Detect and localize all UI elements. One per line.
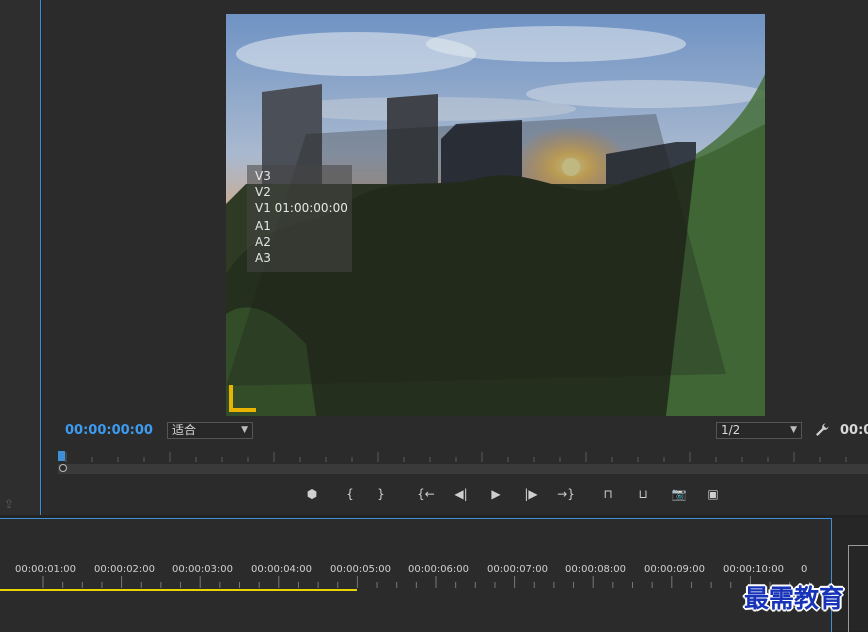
extract-button[interactable]: ⊔ [634, 486, 652, 502]
camera-icon: 📷 [671, 487, 687, 501]
marker-icon: ⬢ [306, 487, 318, 501]
ruler-label: 00:00:03:00 [172, 564, 234, 575]
zoom-select-value: 适合 [172, 423, 197, 437]
step-forward-icon: |▶ [524, 487, 538, 501]
comparison-icon: ▣ [707, 487, 719, 501]
ruler-label: 00:00:02:00 [94, 564, 156, 575]
project-panel-edge [0, 0, 41, 515]
chevron-down-icon: ▼ [790, 425, 797, 435]
monitor-time-ruler[interactable] [58, 448, 868, 464]
ruler-label: 00:00:08:00 [565, 564, 627, 575]
go-to-in-icon: {← [417, 487, 435, 501]
chevron-down-icon: ▼ [241, 425, 248, 435]
overlay-track-v3: V3 [255, 169, 271, 183]
ruler-label: 00:00:07:00 [487, 564, 549, 575]
step-back-button[interactable]: ◀| [452, 486, 470, 502]
ruler-label: 00:00:04:00 [251, 564, 313, 575]
go-to-in-button[interactable]: {← [417, 486, 435, 502]
lift-button[interactable]: ⊓ [599, 486, 617, 502]
playhead-timecode[interactable]: 00:00:00:00 [65, 423, 153, 439]
ruler-label: 0 [801, 564, 808, 575]
overlay-track-a3: A3 [255, 251, 271, 265]
work-area-bar[interactable] [0, 589, 357, 591]
extract-icon: ⊔ [638, 487, 648, 501]
zoom-select[interactable]: 适合 ▼ [167, 422, 253, 439]
wrench-icon[interactable] [814, 422, 830, 438]
ruler-label: 00:00:05:00 [330, 564, 392, 575]
ruler-label: 00:00:01:00 [15, 564, 77, 575]
step-forward-button[interactable]: |▶ [522, 486, 540, 502]
mark-in-button[interactable]: { [341, 486, 359, 502]
overlay-track-v2: V2 [255, 185, 271, 199]
mark-out-icon: } [377, 487, 385, 501]
go-to-out-icon: →} [557, 487, 575, 501]
step-back-icon: ◀| [454, 487, 468, 501]
overlay-track-v1: V1 01:00:00:00 [255, 201, 348, 215]
comparison-view-button[interactable]: ▣ [704, 486, 722, 502]
ruler-label: 00:00:10:00 [723, 564, 785, 575]
playback-resolution-value: 1/2 [721, 423, 741, 437]
duration-timecode: 00:0 [840, 423, 868, 438]
mark-out-button[interactable]: } [372, 486, 390, 502]
playback-resolution-select[interactable]: 1/2 ▼ [716, 422, 802, 439]
overlay-track-a2: A2 [255, 235, 271, 249]
playhead-marker[interactable] [58, 451, 65, 461]
play-button[interactable]: ▶ [487, 486, 505, 502]
add-marker-button[interactable]: ⬢ [303, 486, 321, 502]
mark-in-icon: { [346, 487, 354, 501]
watermark-text: 最需教育 [744, 584, 845, 613]
ruler-label: 00:00:09:00 [644, 564, 706, 575]
export-icon[interactable]: ⇪ [4, 497, 20, 511]
safe-margin-corner [229, 385, 256, 412]
panel-frame [848, 545, 868, 632]
lift-icon: ⊓ [603, 487, 613, 501]
playhead-knob[interactable] [59, 464, 67, 472]
go-to-out-button[interactable]: →} [557, 486, 575, 502]
monitor-scrub-bar[interactable] [58, 464, 868, 474]
overlay-track-a1: A1 [255, 219, 271, 233]
ruler-label: 00:00:06:00 [408, 564, 470, 575]
play-icon: ▶ [491, 487, 501, 501]
export-frame-button[interactable]: 📷 [670, 486, 688, 502]
track-overlay: V3 V2 V1 01:00:00:00 A1 A2 A3 [247, 165, 352, 272]
